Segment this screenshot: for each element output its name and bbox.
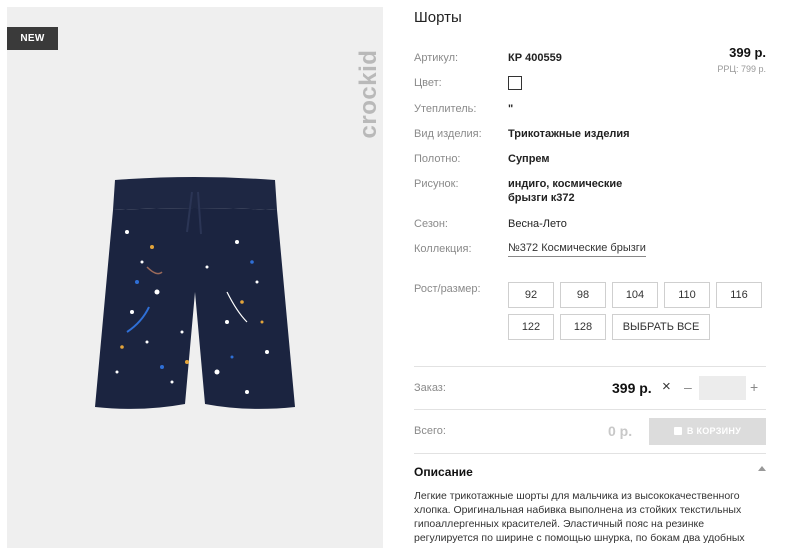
total-label: Всего: (414, 425, 446, 437)
collection-link[interactable]: №372 Космические брызги (508, 242, 646, 257)
brand-logo: crockid (355, 19, 383, 169)
quantity-increase-button[interactable]: + (750, 379, 758, 395)
color-swatch[interactable] (508, 76, 522, 90)
order-price: 399 р. (612, 380, 652, 396)
size-option-110[interactable]: 110 (664, 282, 710, 308)
quantity-input[interactable] (699, 376, 746, 400)
select-all-sizes-button[interactable]: ВЫБРАТЬ ВСЕ (612, 314, 710, 340)
sizes-label: Рост/размер: (414, 283, 481, 295)
spec-value-insulation: " (508, 103, 514, 115)
recommended-retail-price: РРЦ: 799 р. (717, 64, 766, 74)
spec-value-fabric: Супрем (508, 153, 550, 165)
product-image-panel[interactable]: NEW crockid (7, 7, 383, 548)
spec-value-pattern-line2: брызги к372 (508, 192, 575, 204)
new-badge: NEW (7, 27, 58, 50)
order-label: Заказ: (414, 382, 446, 394)
divider (414, 453, 766, 454)
add-to-cart-label: В КОРЗИНУ (686, 426, 742, 436)
size-option-128[interactable]: 128 (560, 314, 606, 340)
spec-value-article: КР 400559 (508, 52, 562, 64)
spec-value-product-type: Трикотажные изделия (508, 128, 630, 140)
spec-label-pattern: Рисунок: (414, 178, 459, 190)
description-text: Легкие трикотажные шорты для мальчика из… (414, 490, 745, 544)
description-title[interactable]: Описание (414, 465, 473, 479)
size-option-116[interactable]: 116 (716, 282, 762, 308)
shopping-bag-icon (673, 427, 682, 435)
product-photo (95, 177, 295, 409)
spec-label-product-type: Вид изделия: (414, 128, 482, 140)
spec-label-insulation: Утеплитель: (414, 103, 477, 115)
spec-label-color: Цвет: (414, 77, 442, 89)
product-details: Шорты 399 р. РРЦ: 799 р. Артикул: КР 400… (414, 0, 766, 548)
add-to-cart-button[interactable]: В КОРЗИНУ (649, 418, 766, 445)
quantity-decrease-button[interactable]: – (684, 379, 692, 395)
size-option-92[interactable]: 92 (508, 282, 554, 308)
divider (414, 409, 766, 410)
spec-label-article: Артикул: (414, 52, 459, 64)
total-value: 0 р. (608, 423, 633, 439)
divider (414, 366, 766, 367)
spec-value-season: Весна-Лето (508, 218, 567, 230)
size-option-98[interactable]: 98 (560, 282, 606, 308)
spec-value-pattern-line1: индиго, космические (508, 178, 623, 190)
chevron-up-icon[interactable] (758, 466, 766, 471)
brand-logo-text: crockid (355, 49, 382, 139)
product-price: 399 р. (729, 45, 766, 60)
size-option-104[interactable]: 104 (612, 282, 658, 308)
multiply-sign: × (662, 378, 671, 395)
product-title: Шорты (414, 9, 462, 26)
spec-label-season: Сезон: (414, 218, 448, 230)
spec-label-fabric: Полотно: (414, 153, 461, 165)
size-option-122[interactable]: 122 (508, 314, 554, 340)
spec-label-collection: Коллекция: (414, 243, 472, 255)
